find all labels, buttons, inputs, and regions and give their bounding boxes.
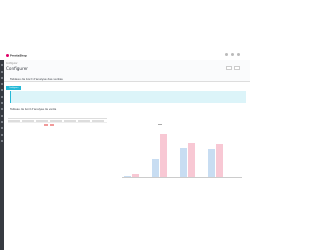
sidebar-item-international-icon[interactable] <box>1 127 3 130</box>
help-icon[interactable] <box>231 53 234 56</box>
column-header[interactable] <box>36 115 50 118</box>
tab-2[interactable] <box>23 86 29 90</box>
filter-input[interactable] <box>50 120 62 122</box>
sidebar <box>0 60 4 250</box>
sidebar-item-advanced-icon[interactable] <box>1 139 3 142</box>
chart-bar <box>132 174 139 177</box>
chart-bar <box>124 175 131 177</box>
filter-input[interactable] <box>92 120 104 122</box>
data-table: ID <box>8 115 107 123</box>
chart-bar <box>160 134 167 177</box>
panel-title: Tableau de bord d'analyse des ventes <box>10 77 63 81</box>
chart-bar <box>188 143 195 177</box>
info-alert <box>10 91 246 103</box>
breadcrumb[interactable]: Configurer <box>6 62 18 65</box>
sidebar-item-dashboard-icon[interactable] <box>1 64 3 67</box>
chart-bar <box>208 149 215 177</box>
tab-bar: Configurer <box>6 86 37 90</box>
top-right-icons <box>225 53 240 56</box>
tab-3[interactable] <box>31 86 37 90</box>
logo-icon <box>6 54 9 57</box>
page-title: Configurer <box>6 66 29 71</box>
column-header[interactable] <box>22 115 36 118</box>
sidebar-item-shipping-icon[interactable] <box>1 114 3 117</box>
filter-input[interactable] <box>8 120 20 122</box>
notification-icon[interactable] <box>225 53 228 56</box>
table-row[interactable] <box>8 124 107 127</box>
filter-row <box>8 119 107 123</box>
chart-toolbar[interactable] <box>158 124 162 125</box>
column-header[interactable]: ID <box>8 115 22 118</box>
filter-input[interactable] <box>36 120 48 122</box>
header-buttons <box>226 66 240 70</box>
sidebar-item-payment-icon[interactable] <box>1 120 3 123</box>
sidebar-item-messages-icon[interactable] <box>1 89 3 92</box>
sidebar-item-design-icon[interactable] <box>1 108 3 111</box>
action-button-edit[interactable] <box>44 124 48 127</box>
sidebar-item-orders-icon[interactable] <box>1 70 3 73</box>
section-title: Tableau de bord d'analyse de vente <box>10 108 57 111</box>
header-button-2[interactable] <box>234 66 240 70</box>
column-header[interactable] <box>50 115 64 118</box>
header-button-1[interactable] <box>226 66 232 70</box>
top-bar: PrestaShop <box>0 0 250 60</box>
sidebar-item-settings-icon[interactable] <box>1 133 3 136</box>
column-header[interactable] <box>92 115 106 118</box>
sales-chart <box>110 118 246 186</box>
column-header[interactable] <box>78 115 92 118</box>
chart-bar <box>180 147 187 177</box>
action-button-delete[interactable] <box>50 124 54 127</box>
filter-input[interactable] <box>64 120 76 122</box>
brand-name: PrestaShop <box>10 54 27 58</box>
column-header[interactable] <box>64 115 78 118</box>
filter-input[interactable] <box>78 120 90 122</box>
brand-logo[interactable]: PrestaShop <box>6 54 27 58</box>
tab-configure[interactable]: Configurer <box>6 86 22 90</box>
user-avatar-icon[interactable] <box>237 53 240 56</box>
chart-bar <box>152 159 159 177</box>
sidebar-item-customers-icon[interactable] <box>1 83 3 86</box>
chart-bar <box>216 144 223 177</box>
filter-input[interactable] <box>22 120 34 122</box>
sidebar-item-catalog-icon[interactable] <box>1 76 3 79</box>
sidebar-item-stats-icon[interactable] <box>1 95 3 98</box>
sidebar-item-modules-icon[interactable] <box>1 102 3 105</box>
